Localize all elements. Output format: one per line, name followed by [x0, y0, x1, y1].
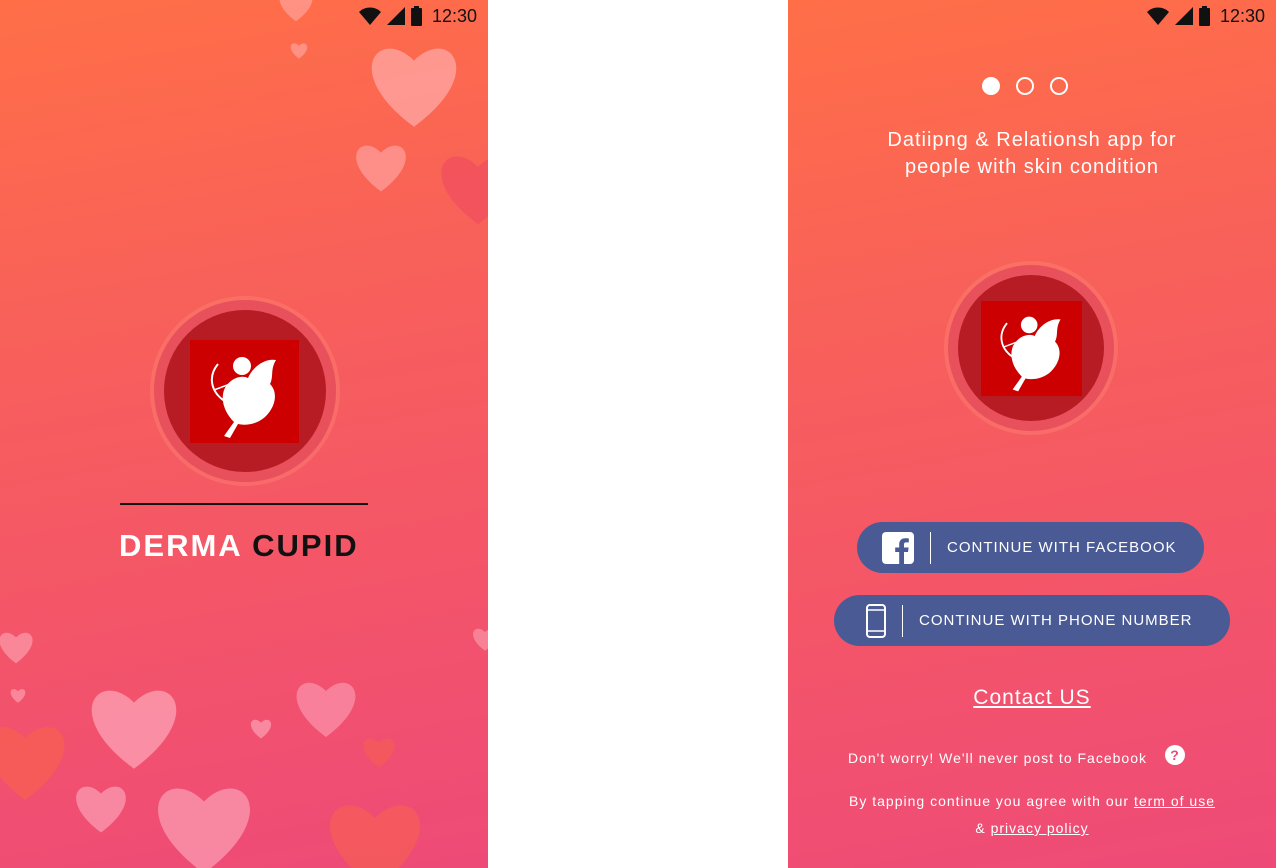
heart-icon	[330, 805, 420, 868]
continue-with-phone-button[interactable]: CONTINUE WITH PHONE NUMBER	[834, 595, 1230, 646]
heart-icon	[76, 786, 126, 833]
page-dot-2[interactable]	[1016, 77, 1034, 95]
phone-button-label: CONTINUE WITH PHONE NUMBER	[919, 612, 1193, 629]
cupid-icon	[1000, 316, 1061, 392]
heart-icon	[296, 682, 356, 737]
help-icon[interactable]: ?	[1164, 745, 1185, 765]
brand-word-derma: DERMA	[119, 528, 242, 563]
term-of-use-link[interactable]: term of use	[1134, 793, 1215, 809]
facebook-note: Don't worry! We'll never post to Faceboo…	[848, 745, 1185, 766]
status-bar: 12:30	[1146, 0, 1276, 32]
heart-icon	[356, 145, 406, 192]
status-time: 12:30	[1219, 5, 1265, 26]
splash-screen: 12:30 DERMA CUPID	[0, 0, 488, 868]
page-dot-1[interactable]	[982, 77, 1000, 95]
status-time: 12:30	[431, 5, 477, 26]
battery-icon	[1198, 6, 1210, 26]
battery-icon	[410, 6, 422, 26]
tagline: Datiipng & Relationsh app for people wit…	[788, 127, 1276, 181]
heart-icon	[290, 43, 308, 59]
heart-icon	[158, 788, 250, 868]
cupid-icon	[210, 357, 276, 438]
terms-amp: &	[975, 820, 986, 836]
facebook-note-text: Don't worry! We'll never post to Faceboo…	[848, 750, 1147, 766]
brand-word-cupid: CUPID	[252, 528, 359, 563]
heart-icon	[250, 719, 272, 739]
terms-prefix: By tapping continue you agree with our	[849, 793, 1130, 809]
heart-icon	[279, 0, 313, 22]
tagline-line-1: Datiipng & Relationsh app for	[887, 129, 1177, 151]
privacy-policy-link[interactable]: privacy policy	[991, 820, 1089, 836]
brand-divider	[120, 503, 368, 505]
app-logo	[154, 300, 336, 482]
login-screen: 12:30 Datiipng & Relationsh app for peop…	[788, 0, 1276, 868]
heart-icon	[0, 632, 33, 664]
heart-icon	[91, 690, 177, 769]
heart-icon	[10, 689, 26, 703]
facebook-button-label: CONTINUE WITH FACEBOOK	[947, 539, 1177, 556]
heart-icon	[363, 738, 395, 768]
wifi-icon	[358, 7, 381, 25]
page-dot-3[interactable]	[1050, 77, 1068, 95]
signal-icon	[386, 7, 405, 25]
facebook-icon	[882, 531, 914, 564]
terms-text: By tapping continue you agree with our t…	[788, 788, 1276, 842]
page-indicator	[982, 77, 1068, 95]
heart-icon	[0, 727, 65, 800]
wifi-icon	[1146, 7, 1169, 25]
contact-us-link[interactable]: Contact US	[788, 686, 1276, 710]
status-bar: 12:30	[358, 0, 488, 32]
heart-icon	[441, 156, 488, 225]
brand-title: DERMA CUPID	[119, 528, 359, 564]
phone-icon	[866, 603, 886, 638]
tagline-line-2: people with skin condition	[905, 156, 1159, 178]
continue-with-facebook-button[interactable]: CONTINUE WITH FACEBOOK	[857, 522, 1204, 573]
app-logo	[948, 265, 1114, 431]
heart-icon	[473, 628, 488, 651]
heart-icon	[371, 48, 457, 127]
signal-icon	[1174, 7, 1193, 25]
